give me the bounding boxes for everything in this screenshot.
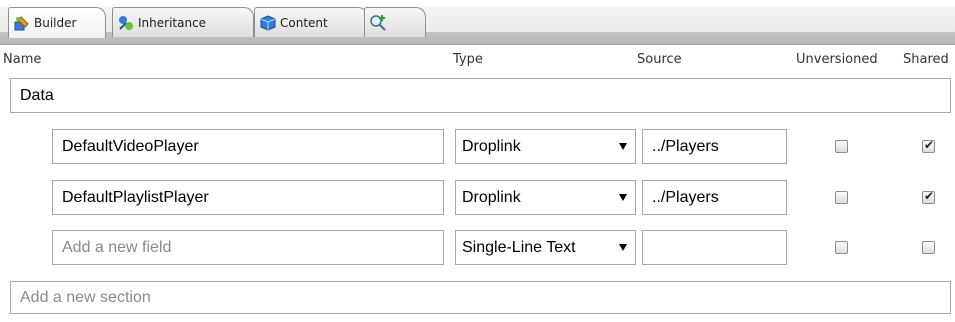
unversioned-checkbox[interactable] bbox=[835, 191, 848, 204]
shared-checkbox[interactable] bbox=[922, 241, 935, 254]
field-type-value: Droplink bbox=[462, 188, 521, 206]
column-header-unversioned: Unversioned bbox=[796, 52, 878, 67]
tab-inheritance-label: Inheritance bbox=[138, 15, 207, 30]
tab-builder-label: Builder bbox=[34, 16, 77, 30]
unversioned-checkbox[interactable] bbox=[835, 241, 848, 254]
tab-inheritance[interactable]: Inheritance bbox=[112, 7, 254, 37]
field-name-input[interactable]: DefaultVideoPlayer bbox=[52, 129, 444, 164]
tab-strip: Builder Inheritance Content bbox=[0, 0, 955, 45]
new-field-placeholder: Add a new field bbox=[62, 238, 172, 256]
field-source-input[interactable]: ../Players bbox=[642, 180, 787, 215]
column-header-name: Name bbox=[3, 52, 42, 67]
tab-content[interactable]: Content bbox=[254, 7, 368, 37]
column-header-shared: Shared bbox=[903, 52, 949, 67]
checkmark-icon: ✔ bbox=[924, 189, 935, 203]
field-source-input[interactable]: ../Players bbox=[642, 129, 787, 164]
field-source-value: ../Players bbox=[652, 137, 719, 155]
add-tab-magnifier-icon bbox=[369, 14, 387, 32]
unversioned-checkbox[interactable] bbox=[835, 140, 848, 153]
section-name-input[interactable]: Data bbox=[10, 78, 951, 113]
field-type-value: Droplink bbox=[462, 137, 521, 155]
field-name-value: DefaultVideoPlayer bbox=[62, 137, 199, 155]
new-field-type-select[interactable]: Single-Line Text bbox=[455, 230, 636, 265]
shared-checkbox[interactable]: ✔ bbox=[922, 189, 935, 204]
column-header-source: Source bbox=[637, 52, 682, 67]
content-cube-icon bbox=[259, 14, 277, 32]
new-section-placeholder: Add a new section bbox=[20, 288, 151, 306]
field-name-value: DefaultPlaylistPlayer bbox=[62, 188, 209, 206]
new-field-input[interactable]: Add a new field bbox=[52, 230, 444, 265]
tab-content-label: Content bbox=[280, 15, 328, 30]
field-type-select[interactable]: Droplink bbox=[455, 180, 636, 215]
column-header-type: Type bbox=[453, 52, 483, 67]
new-field-source-input[interactable] bbox=[642, 230, 787, 265]
field-name-input[interactable]: DefaultPlaylistPlayer bbox=[52, 180, 444, 215]
section-name-value: Data bbox=[20, 86, 54, 104]
field-source-value: ../Players bbox=[652, 188, 719, 206]
shared-checkbox[interactable]: ✔ bbox=[922, 138, 935, 153]
field-type-select[interactable]: Droplink bbox=[455, 129, 636, 164]
inheritance-icon bbox=[117, 14, 135, 32]
builder-icon bbox=[13, 14, 31, 32]
checkmark-icon: ✔ bbox=[924, 138, 935, 152]
new-section-input[interactable]: Add a new section bbox=[10, 281, 951, 314]
chevron-down-icon bbox=[619, 193, 627, 201]
new-field-type-value: Single-Line Text bbox=[462, 238, 576, 256]
tab-add[interactable] bbox=[364, 7, 426, 37]
tab-builder[interactable]: Builder bbox=[8, 7, 106, 38]
chevron-down-icon bbox=[619, 243, 627, 251]
chevron-down-icon bbox=[619, 142, 627, 150]
